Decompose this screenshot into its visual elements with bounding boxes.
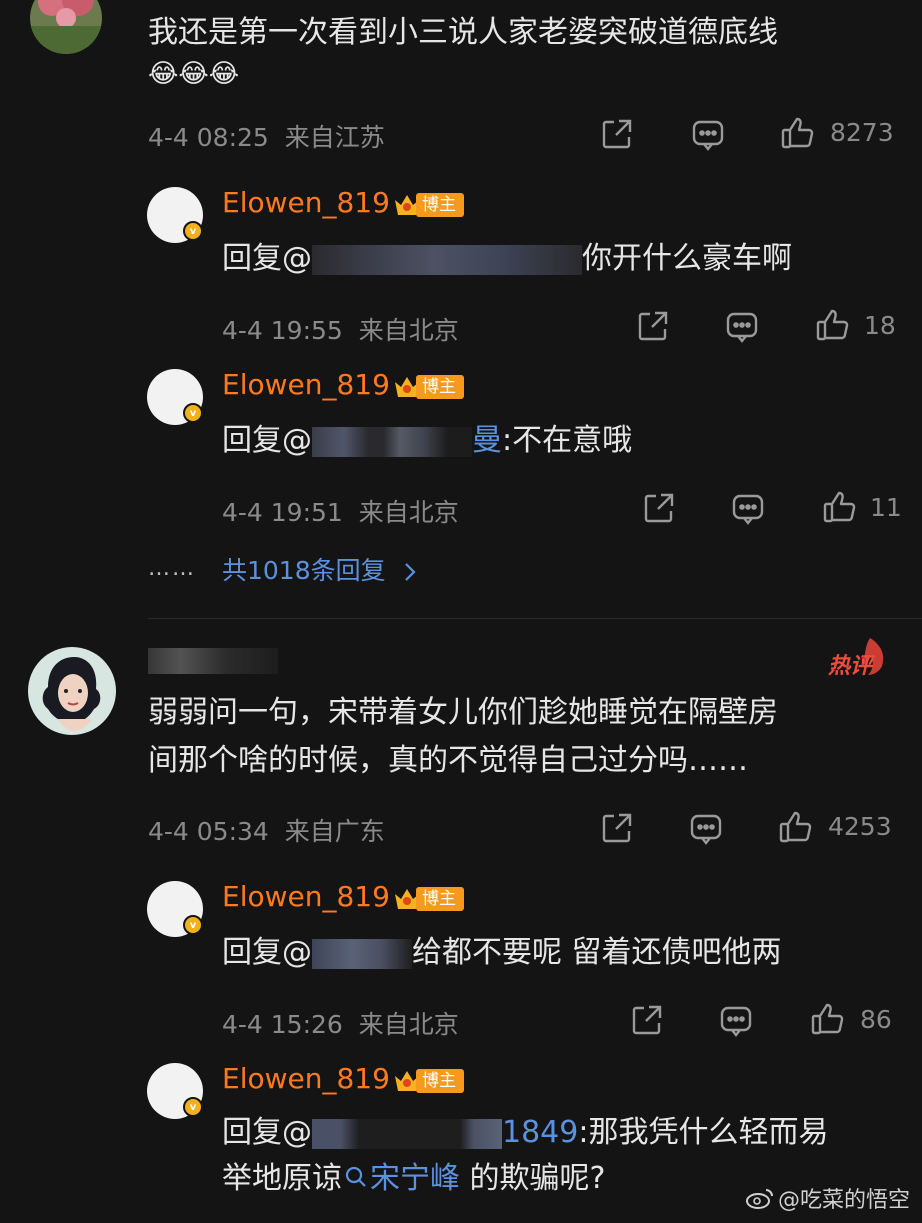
weibo-logo-icon (746, 1189, 773, 1209)
reply-text: 回复@ 你开什么豪车啊 (222, 241, 792, 276)
blogger-badge: 博主 (392, 191, 464, 219)
reply-text: 回复@ 曼:不在意哦 (222, 423, 633, 458)
comment-time: 4-4 08:25 来自江苏 (148, 123, 385, 152)
ellipsis: …… (148, 556, 196, 581)
redacted-username (148, 648, 278, 674)
share-icon[interactable] (642, 491, 676, 525)
redacted-mention (312, 426, 472, 457)
emoji-row: 😂😂😂 (148, 59, 240, 89)
reply-username[interactable]: Elowen_819 (222, 186, 390, 219)
redacted-mention (312, 1118, 502, 1149)
share-icon[interactable] (600, 811, 634, 845)
comment-time: 4-4 05:34 来自广东 (148, 817, 385, 846)
comment-icon[interactable] (724, 309, 760, 345)
verified-badge-icon: v (183, 1097, 203, 1117)
like-count: 11 (870, 493, 902, 522)
reply-username[interactable]: Elowen_819 (222, 880, 390, 913)
reply-username[interactable]: Elowen_819 (222, 368, 390, 401)
reply-username[interactable]: Elowen_819 (222, 1062, 390, 1095)
divider (148, 618, 922, 619)
like-count: 4253 (828, 812, 892, 841)
verified-badge-icon: v (183, 403, 203, 423)
more-replies-link[interactable]: 共1018条回复 (222, 551, 416, 587)
comment-icon[interactable] (718, 1003, 754, 1039)
reply-time: 4-4 19:55 来自北京 (222, 316, 459, 345)
like-icon[interactable] (810, 1001, 846, 1037)
commenter-avatar[interactable] (28, 647, 116, 735)
like-icon[interactable] (822, 489, 858, 525)
like-count: 86 (860, 1005, 892, 1034)
comment-icon[interactable] (690, 117, 726, 153)
like-count: 8273 (830, 118, 894, 147)
share-icon[interactable] (630, 1003, 664, 1037)
like-icon[interactable] (780, 115, 816, 151)
hot-comment-badge: 热评 (826, 636, 888, 679)
redacted-mention (312, 244, 582, 275)
blogger-badge: 博主 (392, 1067, 464, 1095)
reply-text: 回复@ 1849:那我凭什么轻而易 举地原谅 宋宁峰 的欺骗呢? (222, 1110, 828, 1203)
comment-text: 我还是第一次看到小三说人家老婆突破道德底线 (148, 15, 778, 50)
redacted-mention (312, 938, 412, 969)
commenter-avatar[interactable] (30, 0, 102, 54)
like-icon[interactable] (778, 809, 814, 845)
topic-link[interactable]: 宋宁峰 (342, 1161, 460, 1196)
search-icon (344, 1157, 368, 1203)
comment-icon[interactable] (688, 811, 724, 847)
reply-time: 4-4 15:26 来自北京 (222, 1010, 459, 1039)
blogger-badge: 博主 (392, 373, 464, 401)
comment-icon[interactable] (730, 491, 766, 527)
chevron-right-icon (404, 556, 416, 585)
verified-badge-icon: v (183, 915, 203, 935)
like-count: 18 (864, 311, 896, 340)
reply-time: 4-4 19:51 来自北京 (222, 498, 459, 527)
blogger-badge: 博主 (392, 885, 464, 913)
share-icon[interactable] (636, 309, 670, 343)
watermark: @吃菜的悟空 (746, 1182, 910, 1214)
share-icon[interactable] (600, 117, 634, 151)
reply-text: 回复@ 给都不要呢 留着还债吧他两 (222, 935, 782, 970)
verified-badge-icon: v (183, 221, 203, 241)
like-icon[interactable] (815, 307, 851, 343)
comment-text: 弱弱问一句，宋带着女儿你们趁她睡觉在隔壁房 间那个啥的时候，真的不觉得自己过分吗… (148, 695, 778, 778)
